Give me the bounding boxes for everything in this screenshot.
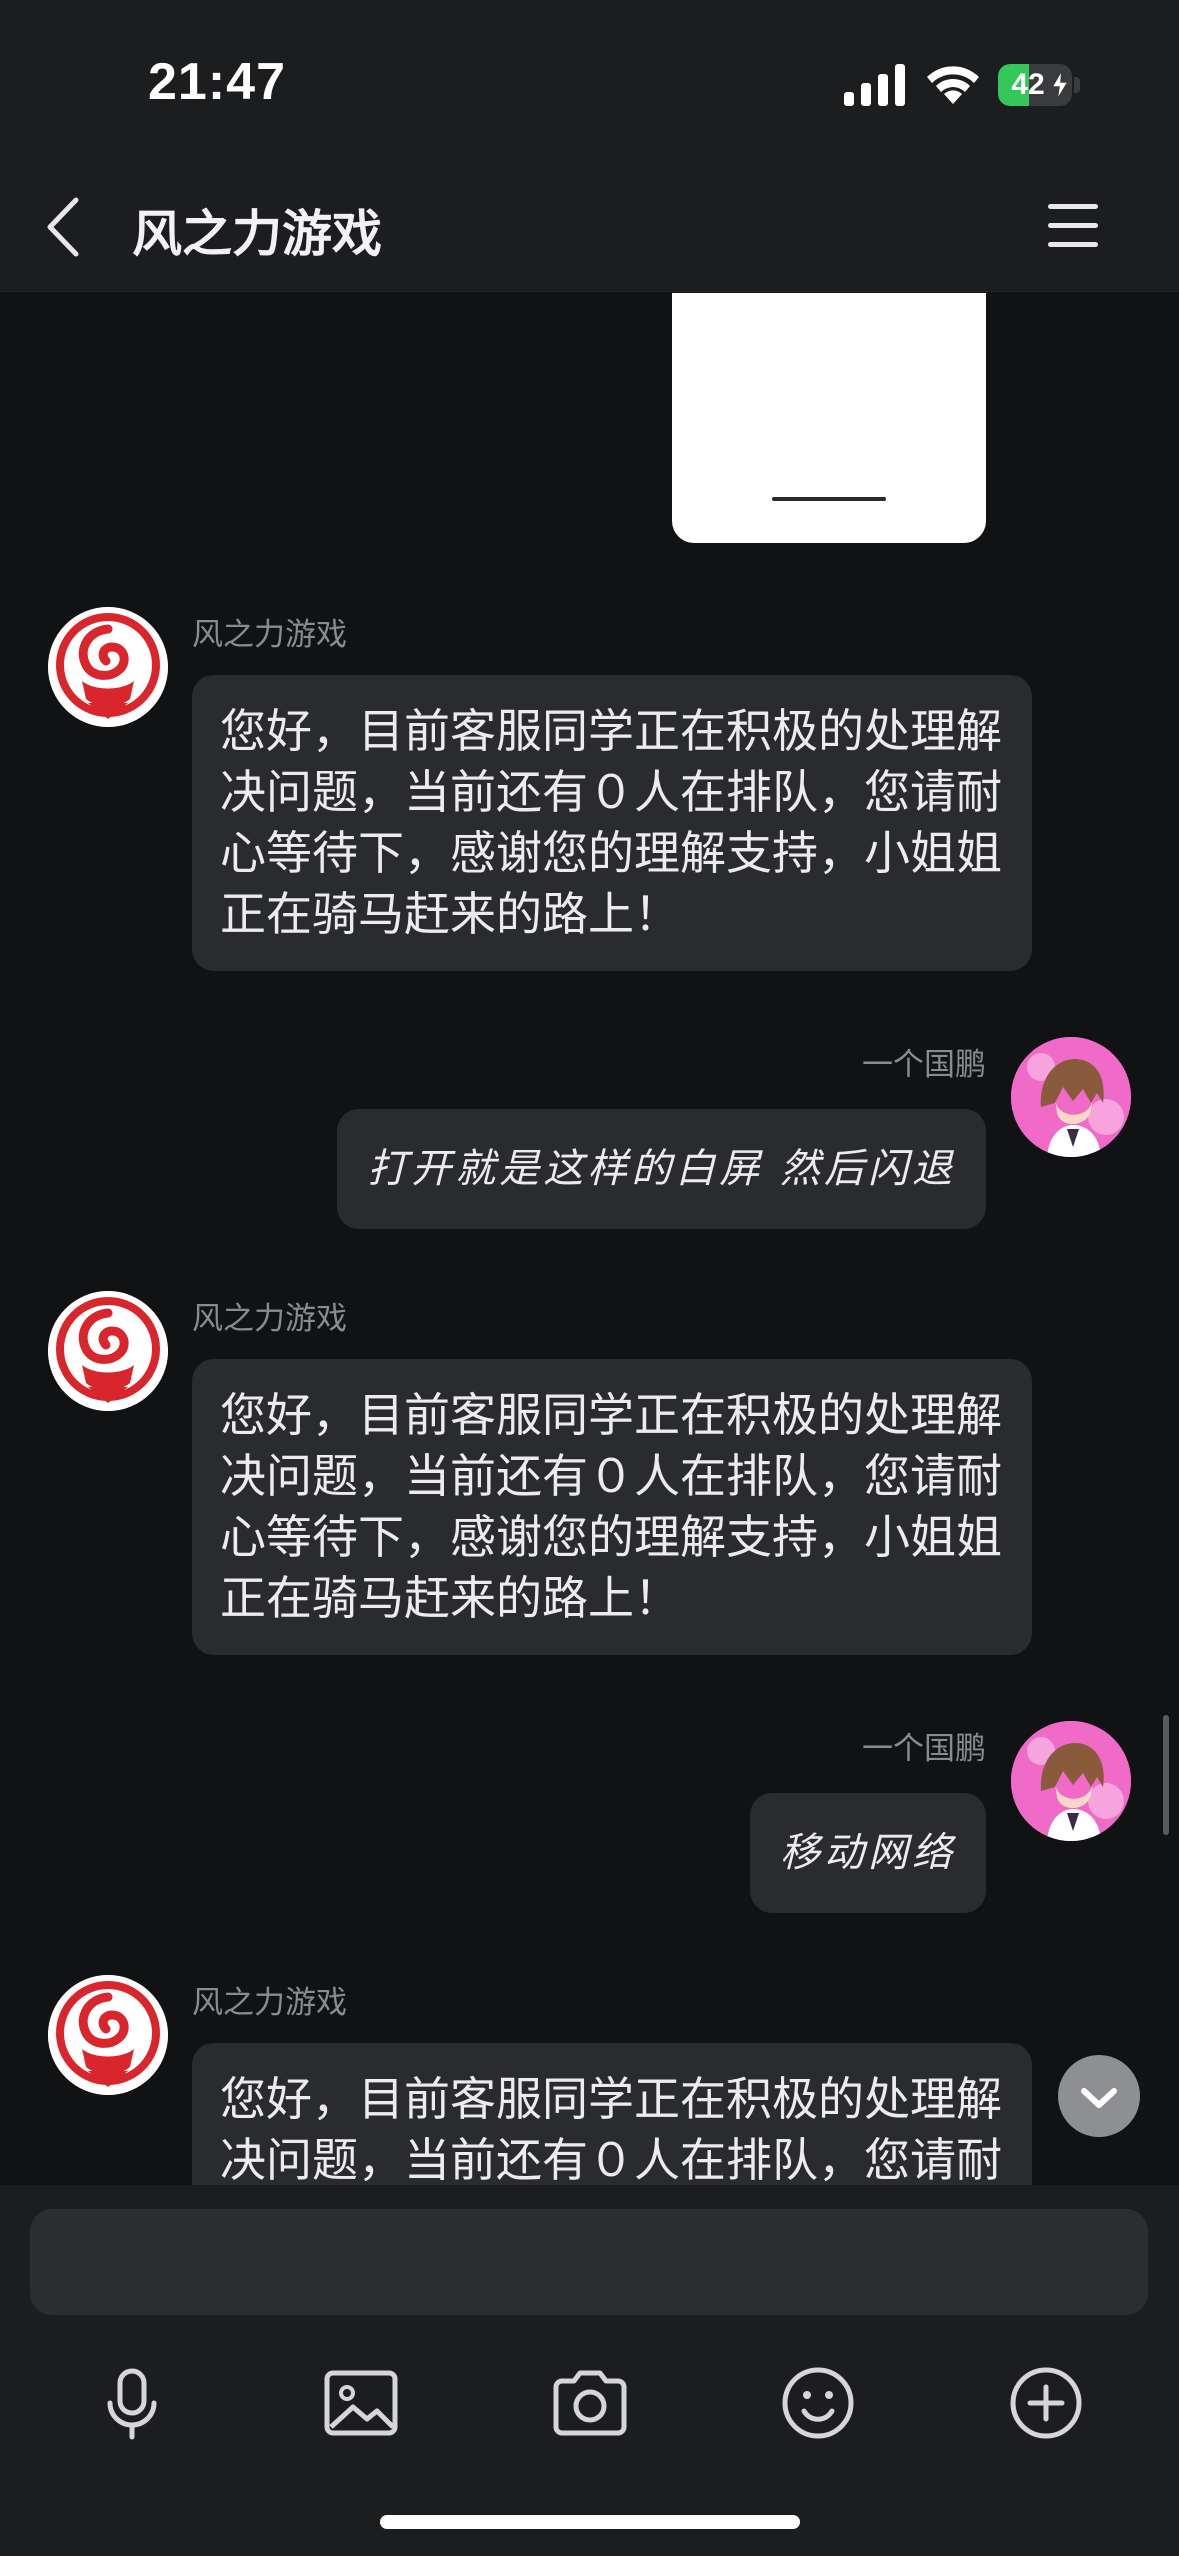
microphone-icon[interactable] [84,2355,180,2451]
phoenix-logo-icon [48,1975,168,2095]
avatar[interactable] [48,1291,168,1411]
sender-name: 风之力游戏 [192,1301,347,1337]
scroll-to-bottom-button[interactable] [1058,2055,1140,2137]
chevron-left-icon[interactable] [40,192,90,262]
battery-icon: 42 [998,64,1080,106]
avatar[interactable] [48,607,168,727]
scroll-indicator[interactable] [1163,1715,1169,1835]
wifi-icon [927,66,979,104]
message-bubble[interactable]: 移动网络 [750,1793,986,1913]
emoji-icon[interactable] [770,2355,866,2451]
chat-area[interactable]: 风之力游戏 您好，目前客服同学正在积极的处理解决问题，当前还有０人在排队，您请耐… [0,293,1179,2185]
avatar[interactable] [1011,1037,1131,1157]
message-bubble[interactable]: 您好，目前客服同学正在积极的处理解决问题，当前还有０人在排队，您请耐心等待下，感… [192,1359,1032,1655]
message-agent: 风之力游戏 您好，目前客服同学正在积极的处理解决问题，当前还有０人在排队，您请耐… [0,1975,1179,2185]
message-input[interactable] [30,2209,1148,2315]
sender-name: 一个国鹏 [862,1047,986,1083]
camera-icon[interactable] [542,2355,638,2451]
phoenix-logo-icon [48,607,168,727]
anime-avatar-icon [1011,1721,1131,1841]
image-icon[interactable] [313,2355,409,2451]
image-message[interactable] [672,293,986,543]
message-user: 一个国鹏 移动网络 [0,1721,1179,1913]
input-bar [0,2185,1179,2556]
home-indicator[interactable] [380,2515,800,2529]
signal-icon [844,64,905,106]
message-user: 一个国鹏 打开就是这样的白屏 然后闪退 [0,1037,1179,1229]
sender-name: 一个国鹏 [862,1731,986,1767]
phoenix-logo-icon [48,1291,168,1411]
avatar[interactable] [48,1975,168,2095]
battery-nub [1074,77,1080,93]
chevron-down-icon [1081,2088,1117,2108]
sender-name: 风之力游戏 [192,1985,347,2021]
message-bubble[interactable]: 您好，目前客服同学正在积极的处理解决问题，当前还有０人在排队，您请耐心等待下，感… [192,2043,1032,2185]
message-agent: 风之力游戏 您好，目前客服同学正在积极的处理解决问题，当前还有０人在排队，您请耐… [0,1291,1179,1691]
sender-name: 风之力游戏 [192,617,347,653]
plus-icon[interactable] [998,2355,1094,2451]
charging-bolt-icon [1050,70,1070,100]
hamburger-menu-icon[interactable] [1038,198,1108,254]
anime-avatar-icon [1011,1037,1131,1157]
nav-bar: 风之力游戏 [0,160,1179,292]
status-time: 21:47 [148,53,286,111]
message-bubble[interactable]: 打开就是这样的白屏 然后闪退 [337,1109,986,1229]
message-agent: 风之力游戏 您好，目前客服同学正在积极的处理解决问题，当前还有０人在排队，您请耐… [0,607,1179,1007]
avatar[interactable] [1011,1721,1131,1841]
page-title: 风之力游戏 [132,205,382,263]
status-bar: 21:47 42 [0,0,1179,160]
battery-text: 42 [1011,68,1045,101]
message-bubble[interactable]: 您好，目前客服同学正在积极的处理解决问题，当前还有０人在排队，您请耐心等待下，感… [192,675,1032,971]
image-home-bar [772,497,886,501]
